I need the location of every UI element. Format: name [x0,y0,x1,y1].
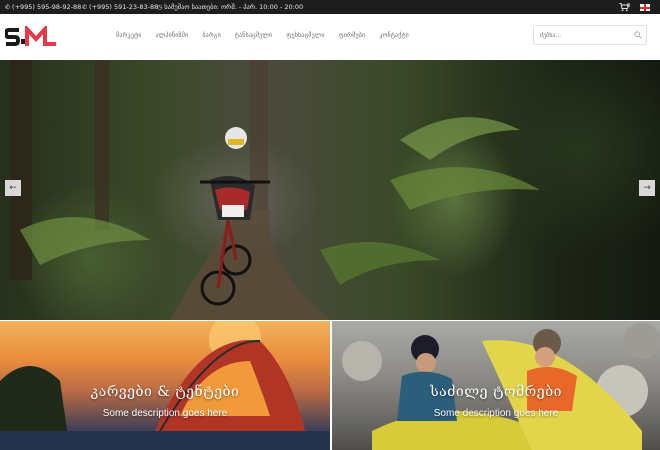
phone-2[interactable]: ✆ (+995) 591-23-83-88 [82,3,158,11]
banner-tents-title: კარვები & ტენტები [90,384,240,400]
nav-item-contact[interactable]: კონტაქტი [379,32,409,39]
phone-2-text: (+995) 591-23-83-88 [89,3,159,11]
search-box [533,25,647,45]
top-bar: ✆ (+995) 595-98-92-88 ✆ (+995) 591-23-83… [0,0,660,14]
working-hours-text: სამუშაო საათები: ორშ. - პარ. 10:00 - 20:… [164,3,304,11]
nav-item-brands[interactable]: ფირმები [339,32,366,39]
search-input[interactable] [540,30,630,41]
language-flag-icon[interactable] [640,4,650,11]
banner-tents[interactable]: კარვები & ტენტები Some description goes … [0,321,330,450]
phone-1-text: (+995) 595-98-92-88 [12,3,82,11]
banner-sleeping-bags-title: საძილე ტომრები [430,384,562,400]
site-logo[interactable]: SM [5,26,57,48]
nav-item-climbing[interactable]: ალპინიზმი [156,32,189,39]
banner-sleeping-bags-description: Some description goes here [433,408,559,419]
slider-prev-button[interactable]: ← [5,180,21,196]
nav-item-market[interactable]: მარკეტი [116,32,142,39]
phone-1[interactable]: ✆ (+995) 595-98-92-88 [5,3,81,11]
banner-tents-description: Some description goes here [102,408,228,419]
phone-icon: ✆ [5,3,11,11]
nav-item-footwear[interactable]: ფეხსაცმელი [286,32,324,39]
clock-icon: ◷ [157,3,163,11]
hero-slider: ← → [0,60,660,320]
banner-sleeping-bags[interactable]: საძილე ტომრები Some description goes her… [332,321,660,450]
nav-item-clothing[interactable]: ტანსაცმელი [235,32,272,39]
search-icon[interactable] [634,31,642,39]
slider-next-button[interactable]: → [639,180,655,196]
header: SM მარკეტი ალპინიზმი ბარგი ტანსაცმელი ფე… [0,14,660,60]
cart-count: 0 [627,3,631,9]
phone-icon: ✆ [82,3,88,11]
working-hours: ◷ სამუშაო საათები: ორშ. - პარ. 10:00 - 2… [157,3,303,11]
main-nav: მარკეტი ალპინიზმი ბარგი ტანსაცმელი ფეხსა… [116,32,409,39]
hero-image [10,60,540,320]
nav-item-luggage[interactable]: ბარგი [202,32,221,39]
